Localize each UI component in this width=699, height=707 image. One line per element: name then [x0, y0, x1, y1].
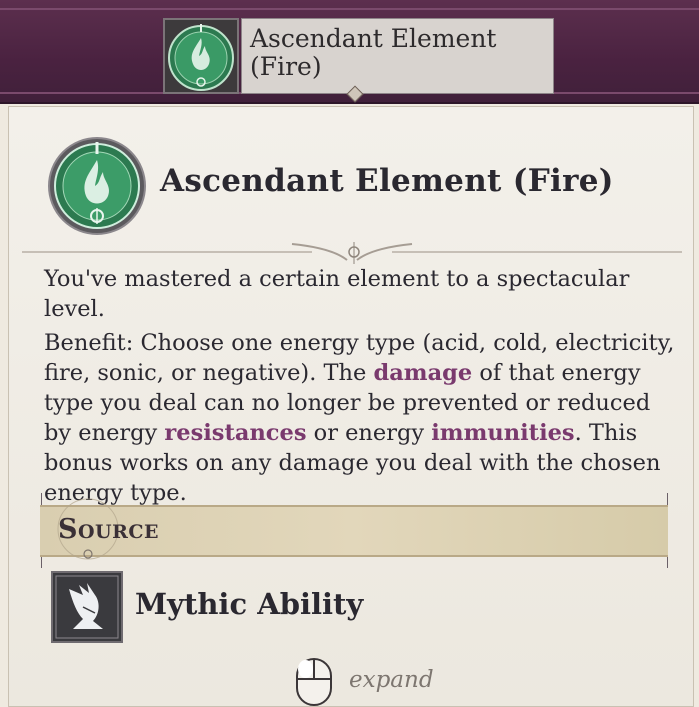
keyword-immunities-link[interactable]: immunities — [431, 420, 574, 446]
keyword-damage-link[interactable]: damage — [373, 360, 472, 386]
benefit-text: or energy — [306, 420, 432, 446]
banner-title: Ascendant Element (Fire) — [241, 18, 554, 94]
ability-title: Ascendant Element (Fire) — [160, 163, 614, 199]
mouse-icon — [296, 658, 332, 706]
ability-description: You've mastered a certain element to a s… — [44, 264, 684, 512]
description-intro: You've mastered a certain element to a s… — [44, 266, 630, 322]
expand-hint[interactable]: expand — [349, 667, 434, 693]
banner-fire-element-icon — [163, 18, 239, 94]
keyword-resistances-link[interactable]: resistances — [164, 420, 306, 446]
source-heading: Source — [58, 514, 160, 545]
source-item-mythic-ability[interactable]: Mythic Ability — [135, 587, 363, 621]
banner-stripe-top — [0, 8, 699, 10]
winged-mythic-icon — [51, 571, 123, 643]
fire-element-icon — [47, 136, 147, 236]
description-benefit: Benefit: Choose one energy type (acid, c… — [44, 328, 684, 508]
